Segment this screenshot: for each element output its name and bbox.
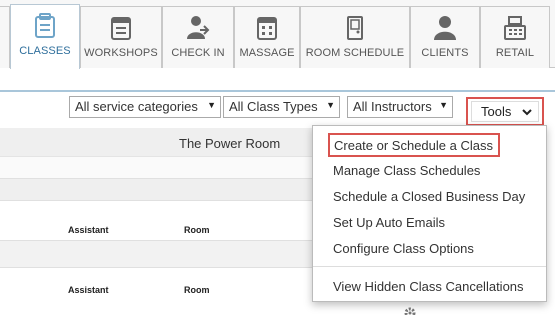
class-type-select[interactable]: All Class Types ▼ bbox=[223, 96, 340, 118]
tab-label: ROOM SCHEDULE bbox=[305, 47, 405, 59]
tab-retail[interactable]: RETAIL bbox=[480, 6, 550, 68]
tab-label: WORKSHOPS bbox=[84, 47, 158, 59]
class-type-value: All Class Types bbox=[229, 99, 318, 114]
clients-icon bbox=[433, 15, 457, 41]
menu-item-hidden-cancellations[interactable]: View Hidden Class Cancellations bbox=[333, 279, 524, 294]
menu-item-auto-emails[interactable]: Set Up Auto Emails bbox=[333, 215, 445, 230]
menu-item-closed-business-day[interactable]: Schedule a Closed Business Day bbox=[333, 189, 525, 204]
tab-massage[interactable]: MASSAGE bbox=[234, 6, 300, 68]
menu-divider bbox=[313, 266, 546, 267]
instructor-value: All Instructors bbox=[353, 99, 432, 114]
chevron-down-icon bbox=[522, 105, 532, 116]
tab-workshops[interactable]: WORKSHOPS bbox=[80, 6, 162, 68]
tab-label: CLIENTS bbox=[421, 47, 469, 59]
room-label: Room bbox=[184, 225, 210, 235]
tools-button[interactable]: Tools bbox=[471, 101, 539, 122]
tools-menu: Create or Schedule a Class Manage Class … bbox=[312, 125, 547, 302]
tab-label: RETAIL bbox=[495, 47, 535, 59]
room-label: Room bbox=[184, 285, 210, 295]
classes-icon bbox=[33, 13, 57, 39]
service-category-select[interactable]: All service categories ▼ bbox=[69, 96, 221, 118]
tab-room-schedule[interactable]: ROOM SCHEDULE bbox=[300, 6, 410, 68]
assistant-label: Assistant bbox=[68, 225, 109, 235]
tab-classes[interactable]: CLASSES bbox=[10, 4, 80, 69]
assistant-label: Assistant bbox=[68, 285, 109, 295]
instructor-select[interactable]: All Instructors ▼ bbox=[347, 96, 453, 118]
menu-item-label: Create or Schedule a Class bbox=[334, 138, 493, 153]
check-in-icon bbox=[186, 15, 210, 41]
gear-icon[interactable] bbox=[403, 306, 417, 315]
massage-icon bbox=[255, 15, 279, 41]
top-nav: CLASSES WORKSHOPS CHECK IN MASSAGE ROOM … bbox=[0, 0, 555, 69]
tab-label: CHECK IN bbox=[171, 47, 225, 59]
workshops-icon bbox=[109, 15, 133, 41]
menu-item-class-options[interactable]: Configure Class Options bbox=[333, 241, 474, 256]
dropdown-arrow-icon: ▼ bbox=[326, 100, 335, 110]
menu-item-manage-schedules[interactable]: Manage Class Schedules bbox=[333, 163, 480, 178]
tab-label: CLASSES bbox=[19, 45, 71, 57]
dropdown-arrow-icon: ▼ bbox=[207, 100, 216, 110]
tools-label: Tools bbox=[481, 104, 512, 119]
tab-clients[interactable]: CLIENTS bbox=[410, 6, 480, 68]
tab-check-in[interactable]: CHECK IN bbox=[162, 6, 234, 68]
tab-prev-edge[interactable] bbox=[0, 6, 10, 68]
tools-highlight: Tools bbox=[466, 97, 544, 126]
dropdown-arrow-icon: ▼ bbox=[439, 100, 448, 110]
menu-item-create-class[interactable]: Create or Schedule a Class bbox=[328, 133, 500, 157]
retail-icon bbox=[503, 15, 527, 41]
room-schedule-icon bbox=[343, 15, 367, 41]
room-header: The Power Room bbox=[179, 136, 281, 151]
service-category-value: All service categories bbox=[75, 99, 198, 114]
tab-label: MASSAGE bbox=[239, 47, 295, 59]
